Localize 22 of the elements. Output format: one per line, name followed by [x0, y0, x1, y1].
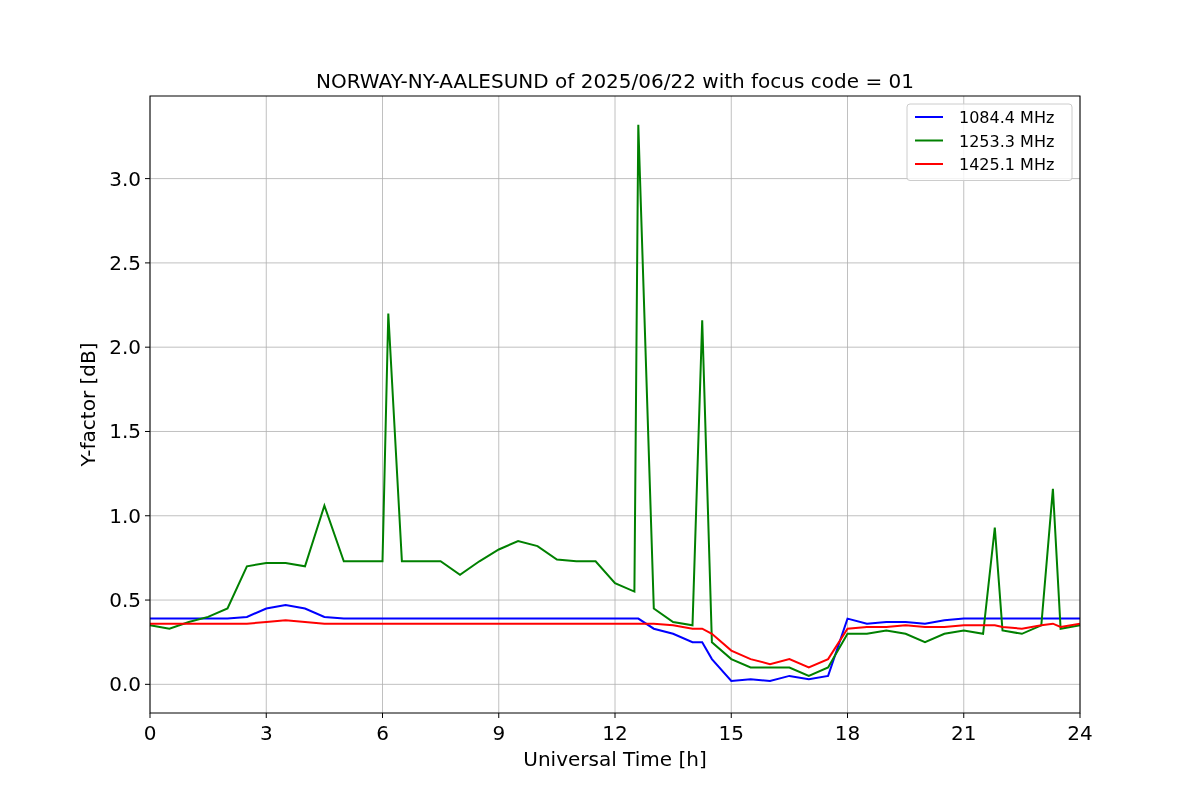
x-tick-label: 15: [718, 721, 744, 745]
y-tick-label: 1.5: [109, 419, 141, 444]
y-tick-label: 2.0: [109, 335, 141, 360]
y-tick-label: 0.0: [109, 672, 141, 697]
y-axis-label: Y-factor [dB]: [76, 342, 100, 467]
legend-label: 1084.4 MHz: [959, 108, 1055, 127]
y-tick-label: 0.5: [109, 588, 141, 613]
legend-label: 1253.3 MHz: [959, 131, 1055, 151]
y-tick-label: 1.0: [109, 503, 141, 528]
x-tick-label: 18: [834, 721, 861, 745]
chart-title: NORWAY-NY-AALESUND of 2025/06/22 with focus code = 01: [316, 69, 914, 93]
legend-label: 1425.1 MHz: [959, 155, 1055, 174]
x-tick-label: 6: [376, 721, 389, 745]
y-tick-label: 2.5: [109, 250, 141, 275]
x-tick-label: 9: [492, 721, 506, 745]
x-tick-label: 3: [259, 721, 273, 745]
x-tick-label: 24: [1067, 721, 1093, 745]
x-tick-label: 12: [602, 721, 628, 745]
x-tick-label: 0: [143, 721, 157, 745]
x-axis-label: Universal Time [h]: [523, 747, 707, 771]
y-tick-label: 3.0: [109, 166, 141, 191]
x-tick-label: 21: [951, 721, 977, 745]
